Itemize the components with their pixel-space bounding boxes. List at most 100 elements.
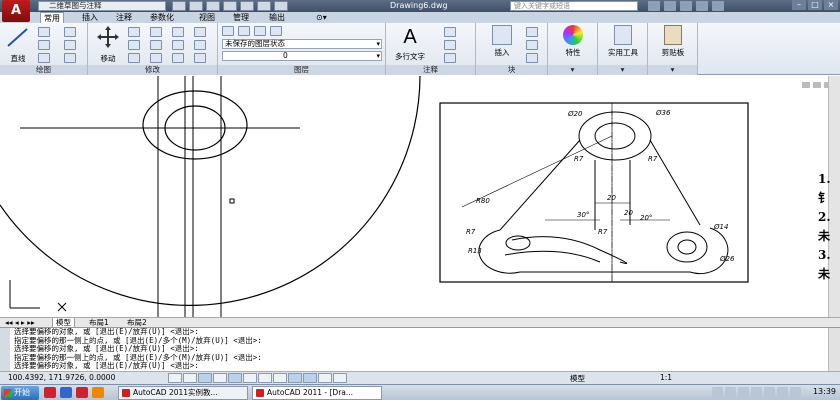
layers-panel-label[interactable]: 图层 — [218, 65, 385, 75]
layer-dropdown[interactable]: 0 — [222, 51, 382, 61]
tab-view[interactable]: 视图 — [199, 12, 215, 23]
trim-icon[interactable] — [150, 27, 162, 37]
tab-home[interactable]: 常用 — [40, 12, 64, 23]
quick-properties-icon[interactable] — [318, 373, 332, 383]
restore-button[interactable]: □ — [808, 0, 822, 10]
save-icon[interactable] — [206, 1, 220, 11]
command-window-grip[interactable] — [0, 328, 10, 371]
utilities-panel-footer[interactable]: ▾ — [598, 65, 647, 75]
application-menu-button[interactable] — [2, 0, 30, 22]
layer-properties-icon[interactable] — [222, 26, 234, 36]
properties-panel-footer[interactable]: ▾ — [548, 65, 597, 75]
volume-icon[interactable] — [790, 387, 801, 398]
block-panel-label[interactable]: 块 — [476, 65, 547, 75]
layer-freeze-icon[interactable] — [254, 26, 266, 36]
mirror-icon[interactable] — [150, 40, 162, 50]
tray-icon[interactable] — [712, 387, 723, 398]
tab-annotate[interactable]: 注释 — [116, 12, 132, 23]
annotation-panel-label[interactable]: 注释 — [386, 65, 475, 75]
ribbon-minimize-icon[interactable]: ⊙▾ — [316, 12, 327, 23]
clipboard-panel-footer[interactable]: ▾ — [648, 65, 697, 75]
array-icon[interactable] — [194, 40, 206, 50]
edit-icon[interactable] — [194, 53, 206, 63]
selection-cycling-icon[interactable] — [333, 373, 347, 383]
utilities-button[interactable]: 实用工具 — [600, 25, 646, 58]
quicklaunch-icon[interactable] — [44, 387, 56, 398]
tray-icon[interactable] — [725, 387, 736, 398]
clipboard-button[interactable]: 剪贴板 — [652, 25, 694, 58]
otrack-icon[interactable] — [243, 373, 257, 383]
ortho-icon[interactable] — [198, 373, 212, 383]
circle-icon[interactable] — [38, 40, 50, 50]
fillet-icon[interactable] — [194, 27, 206, 37]
line-button[interactable]: 直线 — [4, 25, 32, 64]
minimize-viewport-icon[interactable] — [802, 82, 810, 88]
quicklaunch-icon-2[interactable] — [60, 387, 72, 398]
workspace-dropdown[interactable]: 二维草图与注释 — [38, 1, 166, 11]
tray-icon[interactable] — [751, 387, 762, 398]
osnap-icon[interactable] — [228, 373, 242, 383]
close-button[interactable]: × — [824, 0, 838, 10]
insert-button[interactable]: 插入 — [488, 25, 516, 58]
redo-icon[interactable] — [274, 1, 288, 11]
leader-icon[interactable] — [444, 40, 456, 50]
rectangle-icon[interactable] — [64, 27, 76, 37]
polyline-icon[interactable] — [38, 27, 50, 37]
clock[interactable]: 13:39 — [813, 387, 836, 396]
grid-icon[interactable] — [183, 373, 197, 383]
annotation-scale[interactable]: 1:1 — [660, 373, 672, 382]
start-button[interactable]: 开始 — [1, 386, 39, 400]
transparency-icon[interactable] — [303, 373, 317, 383]
erase-icon[interactable] — [172, 27, 184, 37]
tray-icon[interactable] — [764, 387, 775, 398]
search-input[interactable]: 键入关键字或短语 — [510, 1, 638, 11]
edit-block-icon[interactable] — [526, 40, 538, 50]
tray-icon[interactable] — [777, 387, 788, 398]
drawing-canvas[interactable]: Ø20 Ø36 R7 R7 R80 20 20 30° 20° R7 R7 R1… — [0, 76, 840, 317]
saveas-icon[interactable] — [223, 1, 237, 11]
command-scrollbar[interactable] — [828, 328, 840, 371]
new-icon[interactable] — [172, 1, 186, 11]
lineweight-icon[interactable] — [288, 373, 302, 383]
attribute-icon[interactable] — [526, 53, 538, 63]
rotate-icon[interactable] — [128, 27, 140, 37]
modify-panel-label[interactable]: 修改 — [88, 65, 217, 75]
arc-icon[interactable] — [38, 53, 50, 63]
polar-icon[interactable] — [213, 373, 227, 383]
properties-button[interactable]: 特性 — [556, 25, 590, 58]
scale-icon[interactable] — [150, 53, 162, 63]
print-icon[interactable] — [240, 1, 254, 11]
hatch-icon[interactable] — [64, 40, 76, 50]
create-block-icon[interactable] — [526, 27, 538, 37]
explode-icon[interactable] — [172, 40, 184, 50]
mtext-button[interactable]: A 多行文字 — [390, 25, 430, 62]
subscription-icon[interactable] — [664, 1, 676, 11]
snap-icon[interactable] — [168, 373, 182, 383]
undo-icon[interactable] — [257, 1, 271, 11]
model-space-label[interactable]: 模型 — [570, 373, 585, 384]
open-icon[interactable] — [189, 1, 203, 11]
search-icon[interactable] — [648, 1, 660, 11]
coordinate-readout[interactable]: 100.4392, 171.9726, 0.0000 — [8, 373, 115, 382]
communication-icon[interactable] — [680, 1, 692, 11]
tray-icon[interactable] — [738, 387, 749, 398]
stretch-icon[interactable] — [128, 53, 140, 63]
star-icon[interactable] — [696, 1, 708, 11]
tab-parametric[interactable]: 参数化 — [150, 12, 174, 23]
dyn-icon[interactable] — [273, 373, 287, 383]
tab-manage[interactable]: 管理 — [233, 12, 249, 23]
layer-off-icon[interactable] — [270, 26, 282, 36]
quicklaunch-icon-4[interactable] — [92, 387, 104, 398]
minimize-button[interactable]: – — [792, 0, 806, 10]
copy-icon[interactable] — [128, 40, 140, 50]
taskbar-item[interactable]: AutoCAD 2011实例教... — [118, 386, 248, 400]
quicklaunch-icon-3[interactable] — [76, 387, 88, 398]
tab-output[interactable]: 输出 — [269, 12, 285, 23]
ellipse-icon[interactable] — [64, 53, 76, 63]
taskbar-item[interactable]: AutoCAD 2011 - [Dra... — [252, 386, 382, 400]
restore-viewport-icon[interactable] — [813, 82, 821, 88]
move-button[interactable]: 移动 — [92, 25, 124, 64]
layer-isolate-icon[interactable] — [238, 26, 250, 36]
command-window[interactable]: 选择要偏移的对象, 或 [退出(E)/放弃(U)] <退出>: 指定要偏移的那一… — [0, 327, 840, 371]
ducs-icon[interactable] — [258, 373, 272, 383]
